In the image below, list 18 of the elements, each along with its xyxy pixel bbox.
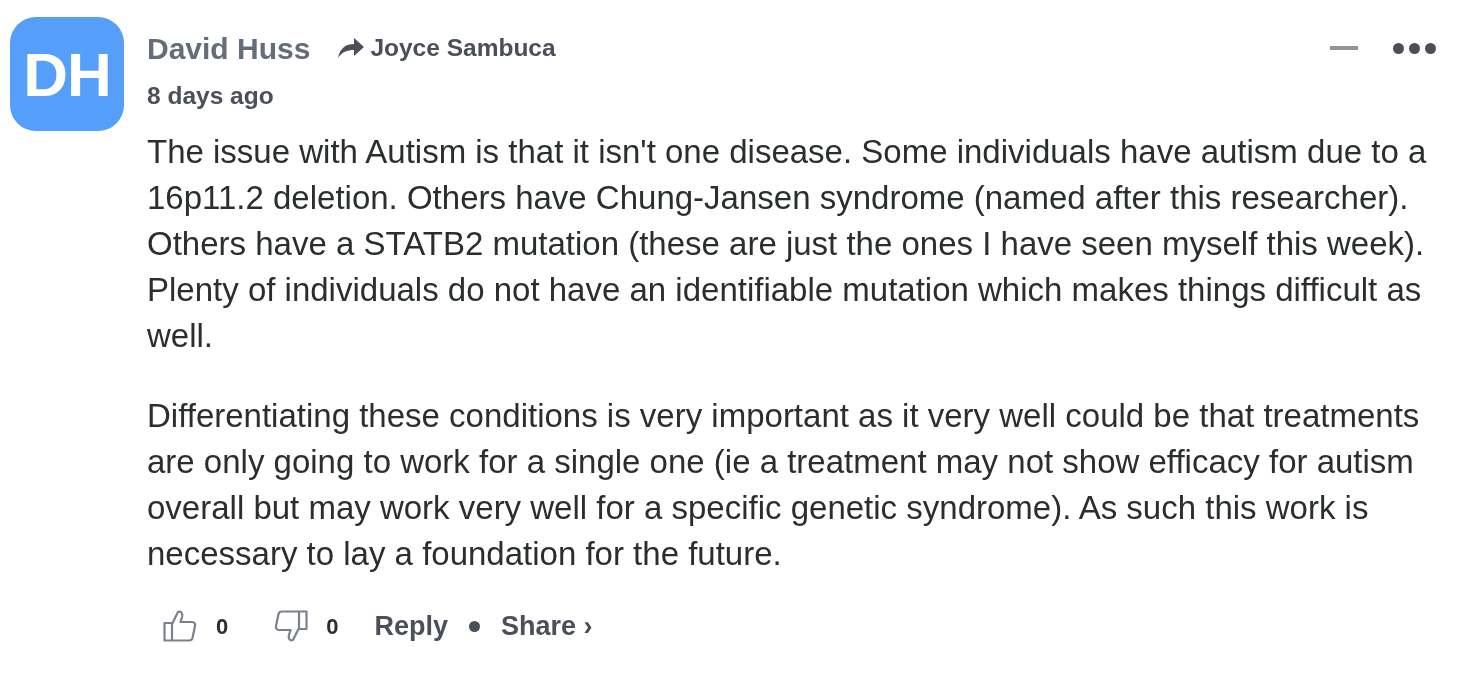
avatar: DH xyxy=(10,17,124,131)
downvote-count: 0 xyxy=(326,612,339,641)
upvote-button[interactable]: 0 xyxy=(163,609,229,643)
comment-paragraph: The issue with Autism is that it isn't one disease. Some individuals have autism due to a 16p11.2 deletion. Others have Chung-Jansen syndrome (named after this researcher). Others have a STATB2 mutation (these are just the ones I have seen myself this week). Plenty of individuals do not have an identifiable mutation which makes things difficult as well. xyxy=(147,132,1428,356)
timestamp[interactable]: 8 days ago xyxy=(147,79,274,113)
minimize-icon xyxy=(1330,46,1358,50)
upvote-count: 0 xyxy=(216,612,229,641)
more-icon xyxy=(1392,42,1436,54)
thumbs-down-icon xyxy=(274,610,309,643)
comment-paragraph: Differentiating these conditions is very important as it very well could be that treatments are only going to work for a single one (ie a treatment may not show efficacy for autism overall but may work very well for a specific genetic syndrome). As such this work is necessary to lay a foundation for the future. xyxy=(147,396,1421,574)
thumbs-up-icon xyxy=(163,610,197,643)
share-button[interactable]: Share › xyxy=(501,606,593,647)
reply-to-name[interactable]: Joyce Sambuca xyxy=(370,29,556,67)
separator-dot-icon xyxy=(469,620,481,632)
author-name[interactable]: David Huss xyxy=(147,25,311,71)
reply-arrow-icon xyxy=(338,38,365,58)
reply-button[interactable]: Reply xyxy=(374,606,449,647)
downvote-button[interactable]: 0 xyxy=(274,609,339,643)
